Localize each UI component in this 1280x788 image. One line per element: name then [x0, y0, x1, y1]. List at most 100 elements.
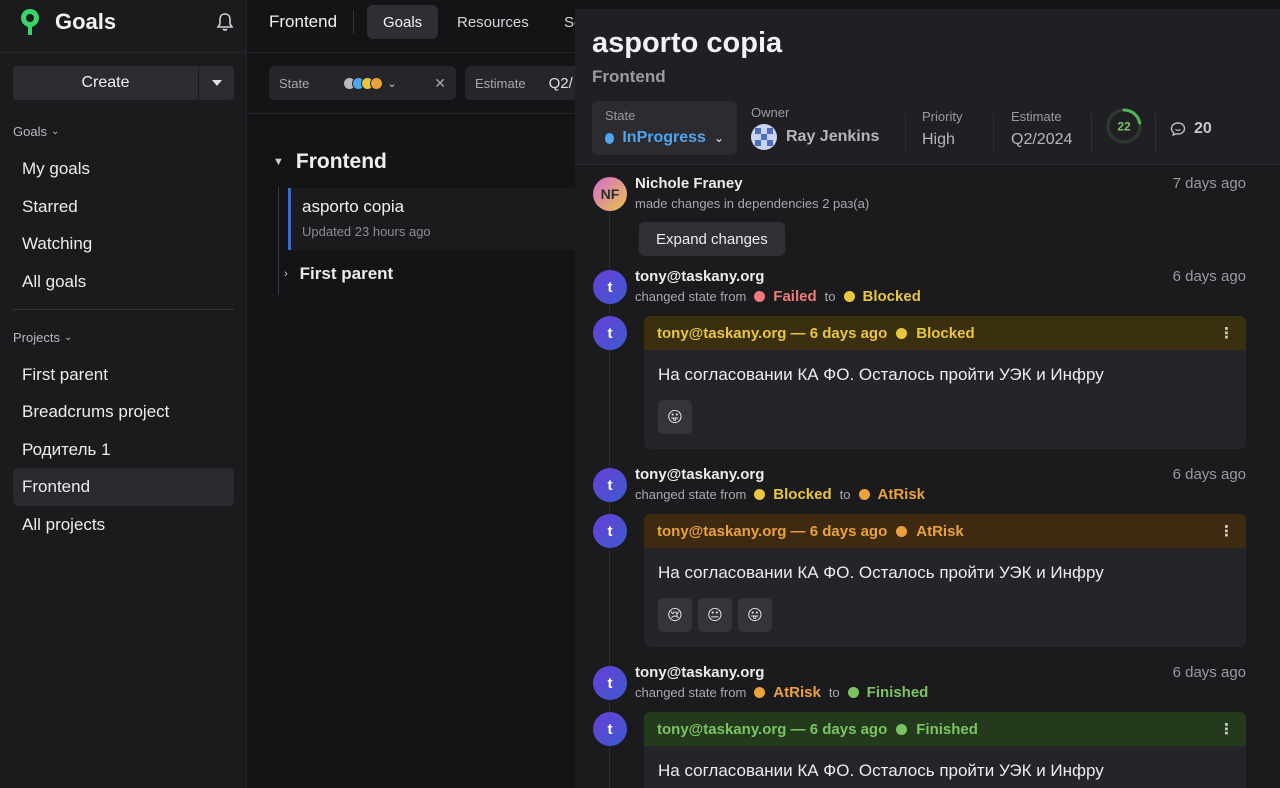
page-title: Frontend [269, 12, 338, 31]
create-dropdown-button[interactable] [199, 66, 234, 100]
estimate-filter-label: Estimate [475, 75, 526, 91]
priority-field[interactable]: Priority High [922, 109, 962, 149]
comment-body: На согласовании КА ФО. Осталось пройти У… [658, 365, 1104, 384]
more-icon[interactable]: ⋮ [1219, 324, 1234, 342]
goal-preview-title[interactable]: asporto copia [592, 27, 782, 60]
state-value-text: InProgress [622, 129, 706, 146]
reactions: 😛 [644, 385, 1246, 448]
sidebar-item-watching[interactable]: Watching [13, 225, 234, 263]
sidebar-item-frontend[interactable]: Frontend [13, 468, 234, 506]
state-to: Blocked [862, 288, 921, 305]
reaction-button[interactable]: 😛 [738, 598, 772, 632]
header-separator [353, 10, 354, 34]
state-change-text: changed state from [635, 487, 747, 502]
comment: tony@taskany.org — 6 days ago AtRisk ⋮ Н… [644, 514, 1246, 647]
owner-field[interactable]: Owner Ray Jenkins [751, 105, 879, 150]
estimate-filter[interactable]: Estimate Q2/ [465, 66, 580, 100]
priority-value: High [922, 131, 955, 148]
create-split-button: Create [13, 66, 234, 100]
avatar: NF [593, 177, 627, 211]
estimate-filter-value: Q2/ [548, 74, 573, 92]
state-dot-icon [858, 489, 870, 500]
comment-state: Finished [916, 720, 978, 738]
comment-header: tony@taskany.org — 6 days ago Finished ⋮ [644, 712, 1246, 746]
event-author[interactable]: tony@taskany.org [635, 466, 764, 483]
owner-avatar-image [751, 124, 777, 150]
state-dot-icon [896, 327, 908, 339]
goal-preview-panel: asporto copia Frontend State InProgress … [575, 9, 1280, 788]
state-filter[interactable]: State ⌄ ✕ [269, 66, 456, 100]
meta-separator [905, 113, 906, 153]
reaction-button[interactable]: 😛 [658, 400, 692, 434]
state-change: changed state from Failed to Blocked [635, 288, 921, 305]
sidebar-item-all-projects[interactable]: All projects [13, 506, 234, 544]
bell-icon[interactable] [216, 12, 234, 32]
avatar: t [593, 712, 627, 746]
chevron-right-icon: › [284, 268, 288, 280]
create-button[interactable]: Create [13, 66, 198, 100]
state-filter-label: State [279, 75, 310, 91]
owner-value: Ray Jenkins [751, 124, 879, 150]
goals-section-toggle[interactable]: Goals ⌄ [13, 124, 59, 139]
projects-section-toggle[interactable]: Projects ⌄ [13, 330, 72, 345]
estimate-field[interactable]: Estimate Q2/2024 [1011, 109, 1072, 149]
progress-value: 22 [1117, 120, 1131, 134]
sidebar-item-breadcrums-project[interactable]: Breadcrums project [13, 393, 234, 431]
comment-meta[interactable]: tony@taskany.org — 6 days ago [657, 325, 887, 342]
chevron-down-icon: ⌄ [713, 131, 724, 145]
comment-body: На согласовании КА ФО. Осталось пройти У… [658, 761, 1104, 780]
sidebar-item-first-parent[interactable]: First parent [13, 356, 234, 394]
projects-section-label: Projects [13, 330, 60, 345]
logo-icon [21, 9, 39, 35]
sub-project-group[interactable]: › First parent [284, 264, 393, 284]
more-icon[interactable]: ⋮ [1219, 720, 1234, 738]
comment-body: На согласовании КА ФО. Осталось пройти У… [658, 563, 1104, 582]
sidebar-item-all-goals[interactable]: All goals [13, 263, 234, 301]
event-author[interactable]: tony@taskany.org [635, 268, 764, 285]
more-icon[interactable]: ⋮ [1219, 522, 1234, 540]
reaction-button[interactable]: 😐 [698, 598, 732, 632]
goal-preview-project[interactable]: Frontend [592, 67, 666, 87]
event-time: 7 days ago [1172, 175, 1246, 192]
comment-meta[interactable]: tony@taskany.org — 6 days ago [657, 721, 887, 738]
goal-updated: Updated 23 hours ago [302, 224, 431, 239]
event-author[interactable]: tony@taskany.org [635, 664, 764, 681]
sidebar-item-starred[interactable]: Starred [13, 188, 234, 226]
progress-ring: 22 [1106, 108, 1142, 144]
comments-count[interactable]: 20 [1170, 120, 1212, 138]
owner-name: Ray Jenkins [786, 128, 880, 145]
state-change-text: changed state from [635, 289, 747, 304]
comment-state: AtRisk [916, 522, 964, 540]
sidebar-item-my-goals[interactable]: My goals [13, 150, 234, 188]
event-author[interactable]: Nichole Franey [635, 175, 743, 192]
tab-resources[interactable]: Resources [441, 5, 545, 39]
avatar: t [593, 270, 627, 304]
state-change-text: changed state from [635, 685, 747, 700]
state-dot-icon [754, 489, 766, 500]
tab-goals[interactable]: Goals [367, 5, 439, 39]
sidebar-divider [0, 52, 247, 53]
meta-separator [993, 113, 994, 153]
comment: tony@taskany.org — 6 days ago Finished ⋮… [644, 712, 1246, 788]
reaction-button[interactable]: 😢 [658, 598, 692, 632]
event-time: 6 days ago [1172, 664, 1246, 681]
comment-state: Blocked [916, 324, 975, 342]
sidebar-separator [13, 309, 234, 310]
expand-changes-button[interactable]: Expand changes [639, 222, 785, 256]
state-change: changed state from Blocked to AtRisk [635, 486, 925, 503]
project-group-header[interactable]: ▼ Frontend [273, 150, 387, 174]
state-change-to: to [828, 685, 840, 700]
state-dot-icon [896, 723, 908, 735]
brand[interactable]: Goals [19, 6, 116, 38]
state-value: InProgress ⌄ [605, 129, 724, 147]
state-dot-icon [843, 291, 855, 302]
comment-header: tony@taskany.org — 6 days ago Blocked ⋮ [644, 316, 1246, 350]
comment-meta[interactable]: tony@taskany.org — 6 days ago [657, 523, 887, 540]
sidebar-item-roditel-1[interactable]: Родитель 1 [13, 431, 234, 469]
clear-filter-icon[interactable]: ✕ [434, 75, 446, 92]
state-dropdown[interactable]: State InProgress ⌄ [592, 101, 737, 155]
state-filter-dots [343, 76, 384, 90]
comment-header: tony@taskany.org — 6 days ago AtRisk ⋮ [644, 514, 1246, 548]
comments-count-value: 20 [1194, 120, 1212, 137]
goal-list-item[interactable]: asporto copia Updated 23 hours ago [288, 188, 588, 250]
